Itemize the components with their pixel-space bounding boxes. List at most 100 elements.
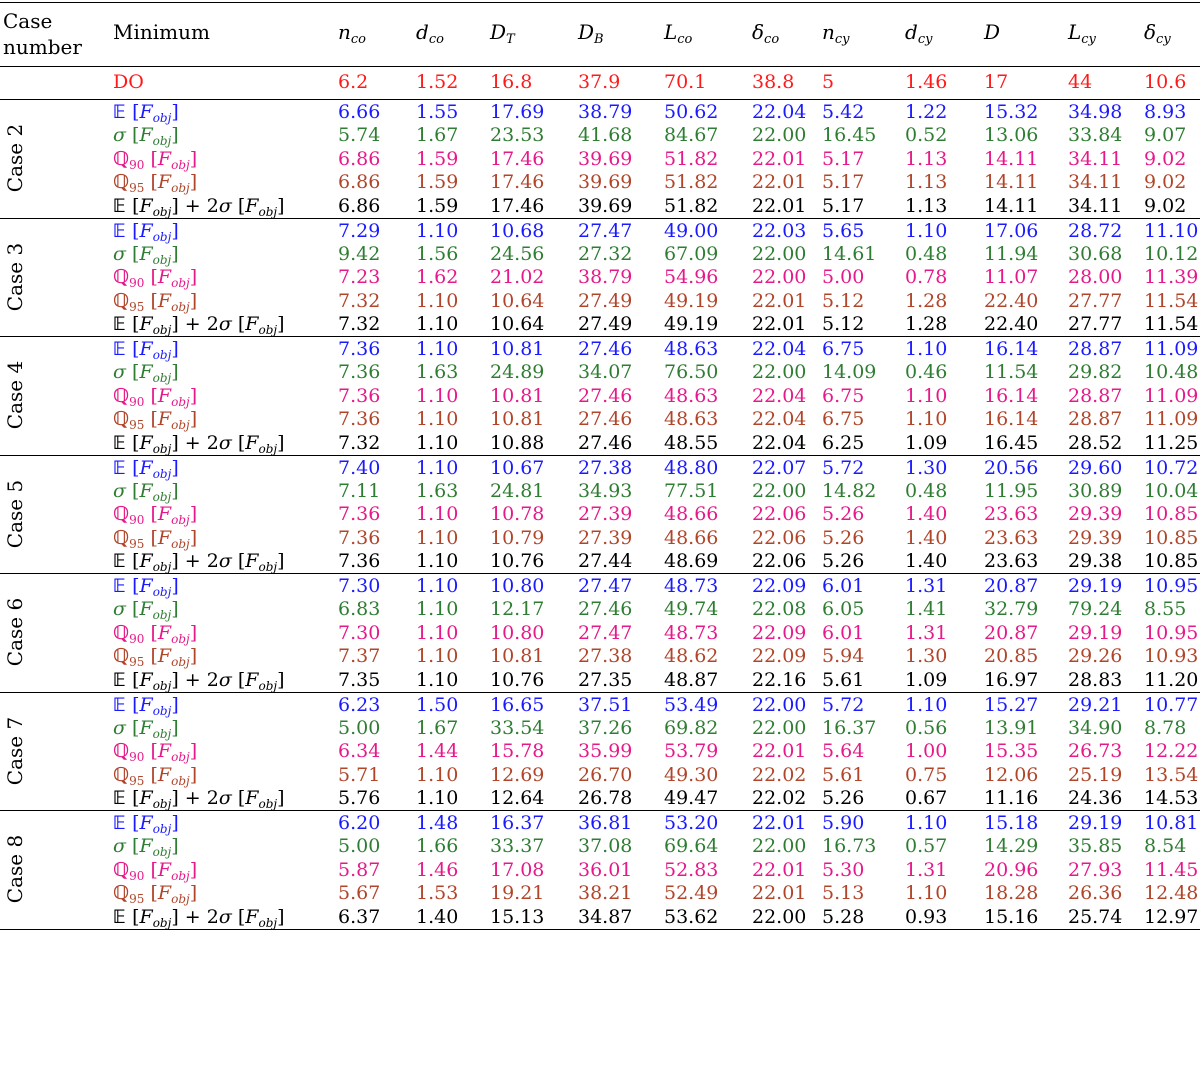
header-col-symbol: L [664,20,678,44]
table-cell: 14.82 [822,479,877,502]
table-cell: 22.04 [752,338,807,360]
table-cell: 27.93 [1068,858,1123,881]
table-cell: 51.82 [664,194,719,217]
row-label-robust: 𝔼 [Fobj] + 2σ [Fobj] [113,431,285,456]
table-cell: 13.54 [1144,763,1199,786]
row-label-mean: 𝔼 [Fobj] [113,219,179,244]
table-cell: 12.17 [490,598,545,621]
case-label-text: Case 5 [3,479,27,548]
table-cell: 22.00 [752,716,807,739]
table-cell: 20.85 [984,645,1039,668]
table-cell: 10.80 [490,575,545,597]
table-cell: 12.64 [490,787,545,810]
table-cell: 34.90 [1068,716,1123,739]
label-quantile: ℚ [113,526,130,549]
table-cell: 26.70 [578,763,633,786]
table-cell: 36.01 [578,858,633,881]
table-cell: 1.10 [416,289,459,312]
table-cell: 22.40 [984,289,1039,312]
table-cell: 34.93 [578,479,633,502]
table-cell: 48.63 [664,338,719,360]
table-cell: 15.18 [984,812,1039,834]
row-label-std: σ [Fobj] [113,242,179,267]
header-col-subscript: T [506,32,515,47]
table-cell: 22.09 [752,575,807,597]
table-cell: 26.73 [1068,740,1123,763]
table-cell: 7.32 [338,313,381,336]
table-cell: 5.12 [822,313,865,336]
label-f: F [139,101,153,123]
table-cell: 19.21 [490,882,545,905]
table-cell: 5.61 [822,668,865,691]
table-cell: 54.96 [664,266,719,289]
table-cell: 48.73 [664,621,719,644]
header-col: dcy [905,20,932,46]
table-cell: 21.02 [490,266,545,289]
table-cell: 48.63 [664,384,719,407]
table-cell: 7.32 [338,431,381,454]
table-cell: 1.30 [905,456,948,479]
table-cell: 1.10 [905,693,948,716]
table-cell: 48.73 [664,575,719,597]
label-expectation: 𝔼 [113,787,127,810]
row-label-mean: 𝔼 [Fobj] [113,456,179,481]
table-cell: 1.10 [416,313,459,336]
label-f: F [245,194,259,217]
table-cell: 1.22 [905,101,948,123]
row-label-mean: 𝔼 [Fobj] [113,693,179,718]
label-expectation: 𝔼 [113,693,127,716]
table-cell: 48.80 [664,456,719,479]
label-f: F [139,787,153,810]
table-cell: 39.69 [578,147,633,170]
table-cell: 10.81 [490,645,545,668]
row-label-q90: ℚ90 [Fobj] [113,147,198,172]
table-cell: 14.11 [984,147,1039,170]
table-cell: 27.39 [578,526,633,549]
header-col-symbol: n [338,20,351,44]
header-minimum: Minimum [113,20,210,44]
header-col-subscript: B [594,32,604,47]
table-cell: 53.79 [664,740,719,763]
table-cell: 7.35 [338,668,381,691]
table-cell: 11.25 [1144,431,1199,454]
table-cell: 1.50 [416,693,459,716]
table-cell: 5.00 [338,835,381,858]
table-cell: 8.55 [1144,598,1187,621]
table-cell: 1.10 [416,575,459,597]
do-row-cell: 6.2 [338,71,369,93]
table-cell: 20.87 [984,621,1039,644]
label-expectation: 𝔼 [113,550,127,573]
table-cell: 12.97 [1144,905,1199,928]
row-label-robust: 𝔼 [Fobj] + 2σ [Fobj] [113,905,285,930]
table-cell: 10.04 [1144,479,1199,502]
table-cell: 27.46 [578,598,633,621]
table-cell: 5.28 [822,905,865,928]
case-label: Case 4 [0,336,30,455]
case-label-text: Case 3 [3,242,27,311]
label-expectation: 𝔼 [113,456,127,479]
table-cell: 22.06 [752,503,807,526]
table-cell: 1.10 [416,621,459,644]
header-col: δco [752,20,779,46]
table-cell: 6.20 [338,812,381,834]
do-row-cell: 38.8 [752,71,795,93]
table-cell: 23.63 [984,526,1039,549]
table-cell: 11.54 [1144,289,1199,312]
table-cell: 7.23 [338,266,381,289]
table-cell: 7.11 [338,479,381,502]
header-col: D [984,20,1000,44]
table-cell: 14.29 [984,835,1039,858]
case-label: Case 5 [0,455,30,574]
table-cell: 14.11 [984,194,1039,217]
label-sub: obj [258,678,278,693]
header-col-symbol: D [578,20,595,44]
table-cell: 7.36 [338,384,381,407]
table-cell: 7.40 [338,456,381,479]
table-cell: 22.06 [752,550,807,573]
table-cell: 11.39 [1144,266,1199,289]
table-cell: 11.10 [1144,219,1199,242]
table-cell: 49.00 [664,219,719,242]
label-quantile: ℚ [113,858,130,881]
label-sub: obj [258,323,278,338]
label-sub: obj [152,560,172,575]
